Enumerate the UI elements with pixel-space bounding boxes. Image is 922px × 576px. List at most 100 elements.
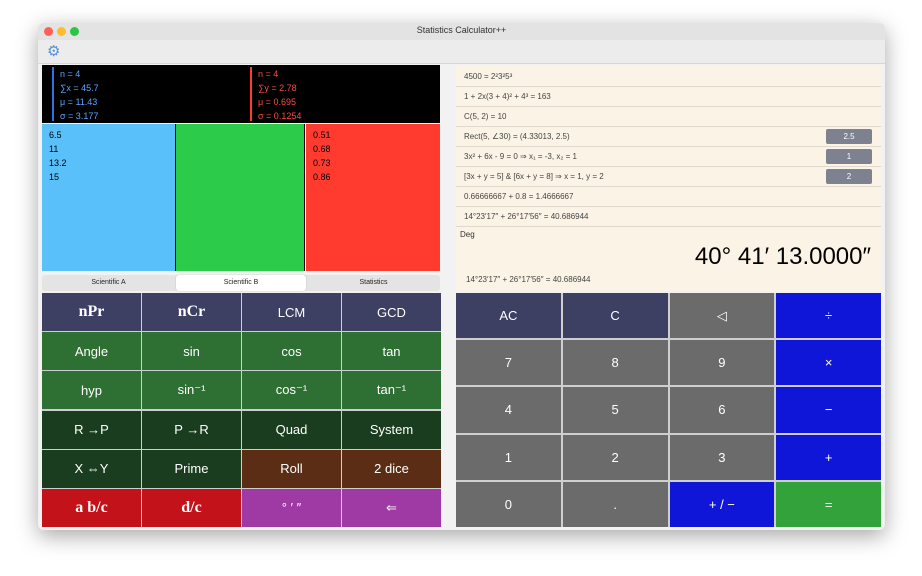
app-window: Statistics Calculator++ ⚙ n = 4 ∑x = 45.… (38, 23, 885, 530)
column-cell: 15 (49, 172, 60, 182)
result-value: 40° 41′ 13.0000″ (694, 243, 871, 270)
history-row[interactable]: 14°23′17″ + 26°17′56″ = 40.686944 (456, 207, 881, 227)
key-symbol[interactable]: + / − (669, 481, 775, 527)
history-text: 1 + 2x(3 + 4)² + 4³ = 163 (464, 92, 551, 101)
key-a-b-c[interactable]: a b/c (42, 488, 141, 527)
history-text: 14°23′17″ + 26°17′56″ = 40.686944 (464, 212, 589, 221)
key-symbol[interactable]: ◁ (669, 293, 775, 339)
column-cell: 0.68 (313, 144, 331, 154)
y-mean: μ = 0.695 (258, 97, 296, 107)
key-ncr[interactable]: nCr (142, 293, 241, 332)
key-symbol[interactable]: ⇐ (342, 488, 441, 527)
y-stdev: σ = 0.1254 (258, 111, 302, 121)
tab-statistics[interactable]: Statistics (307, 275, 440, 291)
key-r-p[interactable]: R →P (42, 410, 141, 449)
tab-scientific-a[interactable]: Scientific A (42, 275, 175, 291)
y-count: n = 4 (258, 69, 279, 79)
key-d-c[interactable]: d/c (142, 488, 241, 527)
column-cell: 13.2 (49, 158, 67, 168)
column-cell: 11 (49, 144, 59, 154)
key-c[interactable]: C (562, 293, 668, 339)
key-symbol[interactable]: ° ′ ″ (242, 488, 341, 527)
key-tan[interactable]: tan⁻¹ (342, 371, 441, 410)
key-lcm[interactable]: LCM (242, 293, 341, 332)
key-2[interactable]: 2 (562, 434, 668, 480)
key-symbol[interactable]: + (776, 434, 881, 480)
history-row[interactable]: 4500 = 2²3²5³ (456, 67, 881, 87)
key-sin[interactable]: sin (142, 332, 241, 371)
window-title: Statistics Calculator++ (416, 25, 507, 35)
title-bar: Statistics Calculator++ (38, 23, 885, 41)
x-mean: μ = 11.43 (60, 97, 98, 107)
column-cell: 0.86 (313, 172, 331, 182)
history-row[interactable]: C(5, 2) = 10 (456, 107, 881, 127)
key-symbol[interactable]: . (562, 481, 668, 527)
history-text: 4500 = 2²3²5³ (464, 72, 513, 81)
history-value-button[interactable]: 2.5 (826, 129, 872, 144)
y-sum: ∑y = 2.78 (258, 83, 297, 93)
key-roll[interactable]: Roll (242, 449, 341, 488)
scientific-keypad: nPr nCr LCM GCD Angle sin cos tan hyp sin⁻¹ cos⁻¹ t… (42, 293, 441, 527)
key-9[interactable]: 9 (669, 340, 775, 386)
key-tan[interactable]: tan (342, 332, 441, 371)
history-row[interactable]: 0.66666667 + 0.8 = 1.4666667 (456, 187, 881, 207)
key-symbol[interactable]: = (776, 481, 881, 527)
history-text: 3x² + 6x - 9 = 0 ⇒ x₁ = -3, x₂ = 1 (464, 152, 577, 161)
key-8[interactable]: 8 (562, 340, 668, 386)
key-prime[interactable]: Prime (142, 449, 241, 488)
column-cell: 6.5 (49, 130, 62, 140)
calculator-display: Deg 40° 41′ 13.0000″ 14°23′17″ + 26°17′5… (456, 227, 881, 291)
key-npr[interactable]: nPr (42, 293, 141, 332)
y-data-column[interactable]: 0.51 0.68 0.73 0.86 (306, 124, 440, 271)
key-cos[interactable]: cos (242, 332, 341, 371)
key-3[interactable]: 3 (669, 434, 775, 480)
history-value-button[interactable]: 2 (826, 169, 872, 184)
history-text: Rect(5, ∠30) = (4.33013, 2.5) (464, 132, 570, 141)
key-symbol[interactable]: ÷ (776, 293, 881, 339)
key-sin[interactable]: sin⁻¹ (142, 371, 241, 410)
column-cell: 0.51 (313, 130, 331, 140)
key-0[interactable]: 0 (456, 481, 561, 527)
key-ac[interactable]: AC (456, 293, 561, 339)
key-7[interactable]: 7 (456, 340, 561, 386)
key-6[interactable]: 6 (669, 387, 775, 433)
numeric-keypad: AC C ◁ ÷ 7 8 9 × 4 5 6− 1 2 3 +0. + / − = (456, 293, 881, 527)
history-row[interactable]: [3x + y = 5] & [6x + y = 8] ⇒ x = 1, y =… (456, 167, 881, 187)
key-gcd[interactable]: GCD (342, 293, 441, 332)
angle-mode: Deg (460, 230, 475, 239)
key-1[interactable]: 1 (456, 434, 561, 480)
history-row[interactable]: Rect(5, ∠30) = (4.33013, 2.5) 2.5 (456, 127, 881, 147)
current-expression: 14°23′17″ + 26°17′56″ = 40.686944 (466, 275, 591, 284)
key-cos[interactable]: cos⁻¹ (242, 371, 341, 410)
key-system[interactable]: System (342, 410, 441, 449)
history-text: [3x + y = 5] & [6x + y = 8] ⇒ x = 1, y =… (464, 172, 604, 181)
toolbar: ⚙ (38, 40, 885, 64)
gear-icon[interactable]: ⚙ (47, 43, 60, 60)
stats-summary: n = 4 ∑x = 45.7 μ = 11.43 σ = 3.177 n = … (42, 65, 440, 123)
key-hyp[interactable]: hyp (42, 371, 141, 410)
data-columns: 6.5 11 13.2 15 0.51 0.68 0.73 0.86 (42, 124, 440, 271)
y-stats: n = 4 ∑y = 2.78 μ = 0.695 σ = 0.1254 (250, 67, 301, 121)
x-data-column[interactable]: 6.5 11 13.2 15 (42, 124, 176, 271)
key-2-dice[interactable]: 2 dice (342, 449, 441, 488)
key-5[interactable]: 5 (562, 387, 668, 433)
history-row[interactable]: 3x² + 6x - 9 = 0 ⇒ x₁ = -3, x₂ = 1 1 (456, 147, 881, 167)
history-value-button[interactable]: 1 (826, 149, 872, 164)
column-cell: 0.73 (313, 158, 331, 168)
tab-scientific-b[interactable]: Scientific B (176, 275, 306, 291)
history-text: C(5, 2) = 10 (464, 112, 507, 121)
history-row[interactable]: 1 + 2x(3 + 4)² + 4³ = 163 (456, 87, 881, 107)
x-stdev: σ = 3.177 (60, 111, 99, 121)
x-count: n = 4 (60, 69, 81, 79)
key-quad[interactable]: Quad (242, 410, 341, 449)
x-sum: ∑x = 45.7 (60, 83, 99, 93)
history-text: 0.66666667 + 0.8 = 1.4666667 (464, 192, 574, 201)
key-angle[interactable]: Angle (42, 332, 141, 371)
x-stats: n = 4 ∑x = 45.7 μ = 11.43 σ = 3.177 (52, 67, 99, 121)
key-p-r[interactable]: P →R (142, 410, 241, 449)
middle-data-column[interactable] (176, 124, 305, 271)
key-4[interactable]: 4 (456, 387, 561, 433)
key-x-y[interactable]: X ⇔Y (42, 449, 141, 488)
key-symbol[interactable]: − (776, 387, 881, 433)
key-symbol[interactable]: × (776, 340, 881, 386)
